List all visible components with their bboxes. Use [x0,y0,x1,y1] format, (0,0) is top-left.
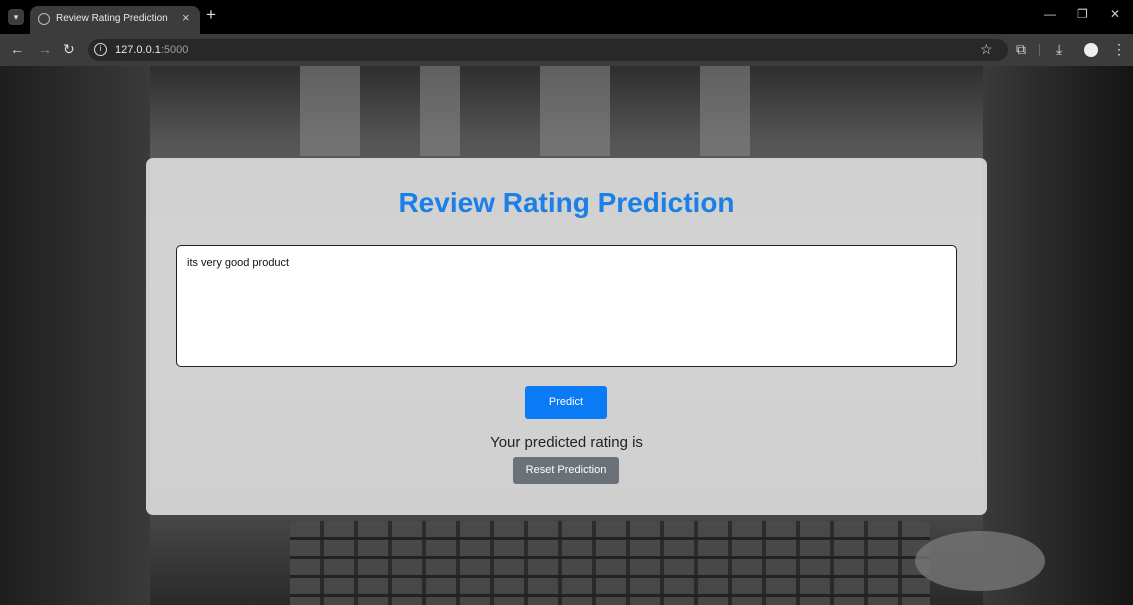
predict-button[interactable]: Predict [525,386,607,419]
address-bar[interactable]: i 127.0.0.1:5000 ☆ [88,39,1008,61]
close-tab-icon[interactable]: × [182,10,190,25]
menu-icon[interactable]: ⋮ [1112,41,1126,58]
background-photo-right [983,66,1133,605]
tab-title: Review Rating Prediction [56,13,168,24]
background-keyboard-rows [290,521,930,605]
back-icon[interactable]: ← [10,41,24,57]
tab-strip: ▾ Review Rating Prediction × + — ❐ ✕ [0,0,1133,34]
restore-icon[interactable]: ❐ [1077,7,1088,21]
background-shelf [420,66,460,156]
background-mouse [915,531,1045,591]
profile-avatar[interactable] [1084,43,1098,57]
page-viewport: Review Rating Prediction its very good p… [0,66,1133,605]
extensions-icon[interactable]: ⧉ [1016,41,1026,58]
bookmark-star-icon[interactable]: ☆ [980,41,993,58]
browser-tab[interactable]: Review Rating Prediction × [30,6,200,34]
background-photo-left [0,66,150,605]
background-shelf [300,66,360,156]
reload-icon[interactable]: ↻ [63,41,75,58]
browser-toolbar: ← → ↻ i 127.0.0.1:5000 ☆ ⧉ ⤓ ⋮ [0,34,1133,66]
prediction-card: Review Rating Prediction its very good p… [146,158,987,515]
new-tab-icon[interactable]: + [206,5,216,25]
minimize-icon[interactable]: — [1044,7,1056,21]
review-textarea[interactable]: its very good product [176,245,957,367]
prediction-result: Your predicted rating is [490,434,643,451]
forward-icon[interactable]: → [38,41,52,57]
page-title: Review Rating Prediction [398,187,735,218]
site-info-icon[interactable]: i [94,43,107,56]
globe-icon [38,13,50,25]
url-text: 127.0.0.1:5000 [115,44,189,56]
close-window-icon[interactable]: ✕ [1110,7,1120,21]
download-icon[interactable]: ⤓ [1056,41,1062,58]
background-shelf [540,66,610,156]
tab-search-icon[interactable]: ▾ [8,9,24,25]
toolbar-divider [1039,44,1040,56]
reset-prediction-button[interactable]: Reset Prediction [513,457,619,484]
background-shelf [700,66,750,156]
